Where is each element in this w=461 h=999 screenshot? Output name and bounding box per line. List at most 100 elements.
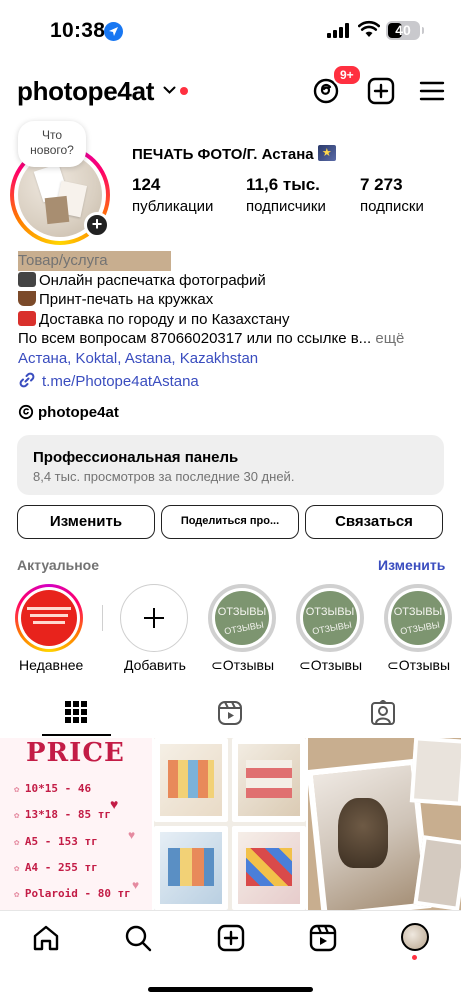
bio-line-4: По всем вопросам 87066020317 или по ссыл…: [18, 330, 405, 347]
highlight-reviews-2-text-bottom: ОТЗЫВЫ: [311, 619, 353, 637]
price-row: Polaroid - 80 тг: [14, 887, 131, 900]
bio-more-link[interactable]: ещё: [375, 330, 404, 347]
coffee-icon: [18, 291, 36, 306]
post-grid: PRICE 10*15 - 46 13*18 - 85 тг А5 - 153 …: [0, 738, 461, 910]
heart-icon: ♥: [128, 828, 136, 842]
post-price-list[interactable]: PRICE 10*15 - 46 13*18 - 85 тг А5 - 153 …: [0, 738, 152, 910]
create-post-icon[interactable]: [366, 76, 396, 106]
highlight-reviews-1-text-top: ОТЗЫВЫ: [217, 606, 267, 618]
profile-display-name: ПЕЧАТЬ ФОТО/Г. Астана: [132, 145, 336, 163]
price-row: 13*18 - 85 тг: [14, 808, 111, 821]
share-profile-button[interactable]: Поделиться про...: [161, 505, 299, 539]
stat-posts-count: 124: [132, 175, 161, 194]
grid-icon: [65, 701, 87, 723]
note-bubble-line1: Что: [41, 128, 63, 142]
chevron-down-icon[interactable]: [163, 86, 176, 95]
home-icon[interactable]: [31, 923, 61, 953]
bio-link[interactable]: t.me/Photope4atAstana: [18, 371, 199, 390]
stat-following-label: подписки: [360, 198, 424, 215]
stat-posts[interactable]: 124 публикации: [132, 175, 213, 215]
plus-icon: [144, 608, 164, 628]
highlights-title: Актуальное: [17, 557, 100, 573]
bio-category: Товар/услуга: [18, 251, 171, 271]
highlight-recent-label: Недавнее: [19, 657, 84, 673]
highlight-add[interactable]: [120, 584, 188, 652]
note-bubble[interactable]: Что нового?: [18, 121, 86, 167]
tab-reels[interactable]: [153, 690, 307, 736]
pro-panel-title: Профессиональная панель: [33, 449, 239, 466]
camera-icon: [18, 271, 36, 287]
night-sky-emoji-icon: [317, 145, 336, 161]
profile-name-text: ПЕЧАТЬ ФОТО/Г. Астана: [132, 146, 314, 163]
bio-location-tags[interactable]: Астана, Koktal, Astana, Kazakhstan: [18, 349, 448, 369]
highlight-add-label: Добавить: [124, 657, 186, 673]
battery-level: 40: [395, 22, 411, 38]
highlight-reviews-1-label: ⊂Отзывы: [211, 657, 275, 673]
bio-line-2: Принт-печать на кружках: [18, 290, 448, 310]
bio-line-3: Доставка по городу и по Казахстану: [18, 310, 448, 330]
pro-panel-subtitle: 8,4 тыс. просмотров за последние 30 дней…: [33, 469, 295, 484]
link-icon: [19, 372, 35, 388]
professional-dashboard[interactable]: Профессиональная панель 8,4 тыс. просмот…: [17, 435, 444, 495]
paperclip-icon: ⊂: [211, 657, 223, 673]
threads-profile-link[interactable]: photope4at: [18, 404, 119, 421]
highlight-reviews-3[interactable]: ОТЗЫВЫ ОТЗЫВЫ: [384, 584, 452, 652]
notification-dot: [412, 955, 417, 960]
search-icon[interactable]: [123, 923, 153, 953]
reels-nav-icon[interactable]: [308, 923, 338, 953]
active-tab-indicator: [42, 734, 111, 736]
add-story-plus-icon[interactable]: +: [84, 212, 110, 238]
note-bubble-line2: нового?: [30, 143, 74, 157]
price-row: А5 - 153 тг: [14, 835, 98, 848]
heart-icon: ♥: [110, 796, 119, 812]
reels-icon: [218, 701, 242, 725]
highlight-reviews-2[interactable]: ОТЗЫВЫ ОТЗЫВЫ: [296, 584, 364, 652]
threads-logo-icon: [18, 404, 34, 420]
profile-bio: Товар/услуга Онлайн распечатка фотографи…: [18, 251, 448, 368]
menu-icon[interactable]: [417, 76, 447, 106]
stat-followers-label: подписчики: [246, 198, 326, 215]
account-switcher-username[interactable]: photope4at: [17, 76, 154, 107]
post-cat-photo[interactable]: [308, 738, 461, 910]
location-icon: [104, 22, 123, 41]
battery-icon: 40: [386, 21, 424, 40]
tagged-person-icon: [371, 700, 395, 725]
highlight-reviews-1[interactable]: ОТЗЫВЫ ОТЗЫВЫ: [208, 584, 276, 652]
price-row: А4 - 255 тг: [14, 861, 98, 874]
truck-icon: [18, 310, 36, 326]
price-title: PRICE: [26, 738, 125, 768]
signal-icon: [327, 22, 351, 38]
new-post-icon[interactable]: [216, 923, 246, 953]
stat-following-count: 7 273: [360, 175, 403, 194]
highlight-reviews-3-label: ⊂Отзывы: [387, 657, 451, 673]
highlight-reviews-3-text-bottom: ОТЗЫВЫ: [399, 619, 441, 637]
highlight-divider: [102, 605, 103, 631]
post-activity-books[interactable]: [154, 738, 306, 910]
contact-button[interactable]: Связаться: [305, 505, 443, 539]
edit-profile-button[interactable]: Изменить: [17, 505, 155, 539]
wifi-icon: [358, 20, 380, 37]
status-time: 10:38: [50, 19, 106, 42]
tab-tagged[interactable]: [306, 690, 460, 736]
highlight-reviews-3-text-top: ОТЗЫВЫ: [393, 606, 443, 618]
tab-grid[interactable]: [0, 690, 154, 736]
highlight-recent[interactable]: [15, 584, 83, 652]
profile-header: photope4at 9+: [0, 64, 461, 114]
stat-followers[interactable]: 11,6 тыс. подписчики: [246, 175, 326, 215]
stat-followers-count: 11,6 тыс.: [246, 175, 320, 194]
stat-following[interactable]: 7 273 подписки: [360, 175, 424, 215]
highlight-reviews-2-text-top: ОТЗЫВЫ: [305, 606, 355, 618]
highlight-reviews-2-label: ⊂Отзывы: [299, 657, 363, 673]
paperclip-icon: ⊂: [299, 657, 311, 673]
status-bar: 10:38 40: [0, 0, 461, 62]
stat-posts-label: публикации: [132, 198, 214, 215]
heart-icon: ♥: [132, 878, 140, 892]
profile-nav-avatar[interactable]: [401, 923, 429, 951]
threads-username: photope4at: [38, 404, 119, 421]
bio-link-text: t.me/Photope4atAstana: [42, 373, 199, 390]
notification-badge: 9+: [332, 64, 362, 86]
highlights-edit-link[interactable]: Изменить: [378, 557, 445, 573]
price-row: 10*15 - 46: [14, 782, 91, 795]
cat-image: [338, 798, 388, 868]
highlight-reviews-1-text-bottom: ОТЗЫВЫ: [223, 619, 265, 637]
